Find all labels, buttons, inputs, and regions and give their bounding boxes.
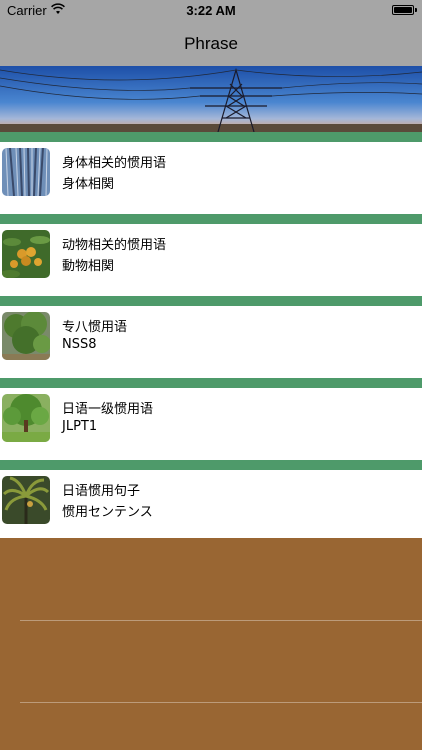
row-divider (0, 378, 422, 388)
banner-image (0, 66, 422, 132)
status-bar: Carrier 3:22 AM (0, 0, 422, 22)
row-divider (0, 296, 422, 306)
row-title: 专八惯用语 (62, 320, 128, 335)
row-divider (0, 214, 422, 224)
battery-icon (392, 5, 417, 15)
row-separator (20, 702, 422, 703)
row-subtitle: 身体相関 (62, 177, 115, 192)
list-item[interactable]: 日语一级惯用语 JLPT1 (0, 378, 422, 460)
empty-table-area (0, 538, 422, 750)
palm-tree-thumbnail (2, 476, 50, 524)
row-subtitle: 動物相関 (62, 259, 115, 274)
row-divider (0, 132, 422, 142)
navigation-bar: Phrase (0, 22, 422, 66)
list-item[interactable]: 日语惯用句子 惯用センテンス (0, 460, 422, 542)
row-title: 动物相关的惯用语 (62, 238, 167, 253)
row-separator (20, 620, 422, 621)
loquat-fruit-thumbnail (2, 230, 50, 278)
page-title: Phrase (184, 34, 238, 53)
list-item[interactable]: 身体相关的惯用语 身体相関 (0, 132, 422, 214)
status-time: 3:22 AM (186, 3, 236, 18)
row-title: 日语一级惯用语 (62, 402, 154, 417)
row-subtitle: JLPT1 (62, 419, 98, 434)
row-title: 身体相关的惯用语 (62, 156, 167, 171)
row-subtitle: NSS8 (62, 337, 97, 352)
row-divider (0, 460, 422, 470)
list-item[interactable]: 动物相关的惯用语 動物相関 (0, 214, 422, 296)
row-subtitle: 惯用センテンス (62, 505, 153, 520)
willow-tree-thumbnail (2, 148, 50, 196)
list-item[interactable]: 专八惯用语 NSS8 (0, 296, 422, 378)
green-tree-thumbnail (2, 312, 50, 360)
row-title: 日语惯用句子 (62, 484, 141, 499)
grass-tree-thumbnail (2, 394, 50, 442)
